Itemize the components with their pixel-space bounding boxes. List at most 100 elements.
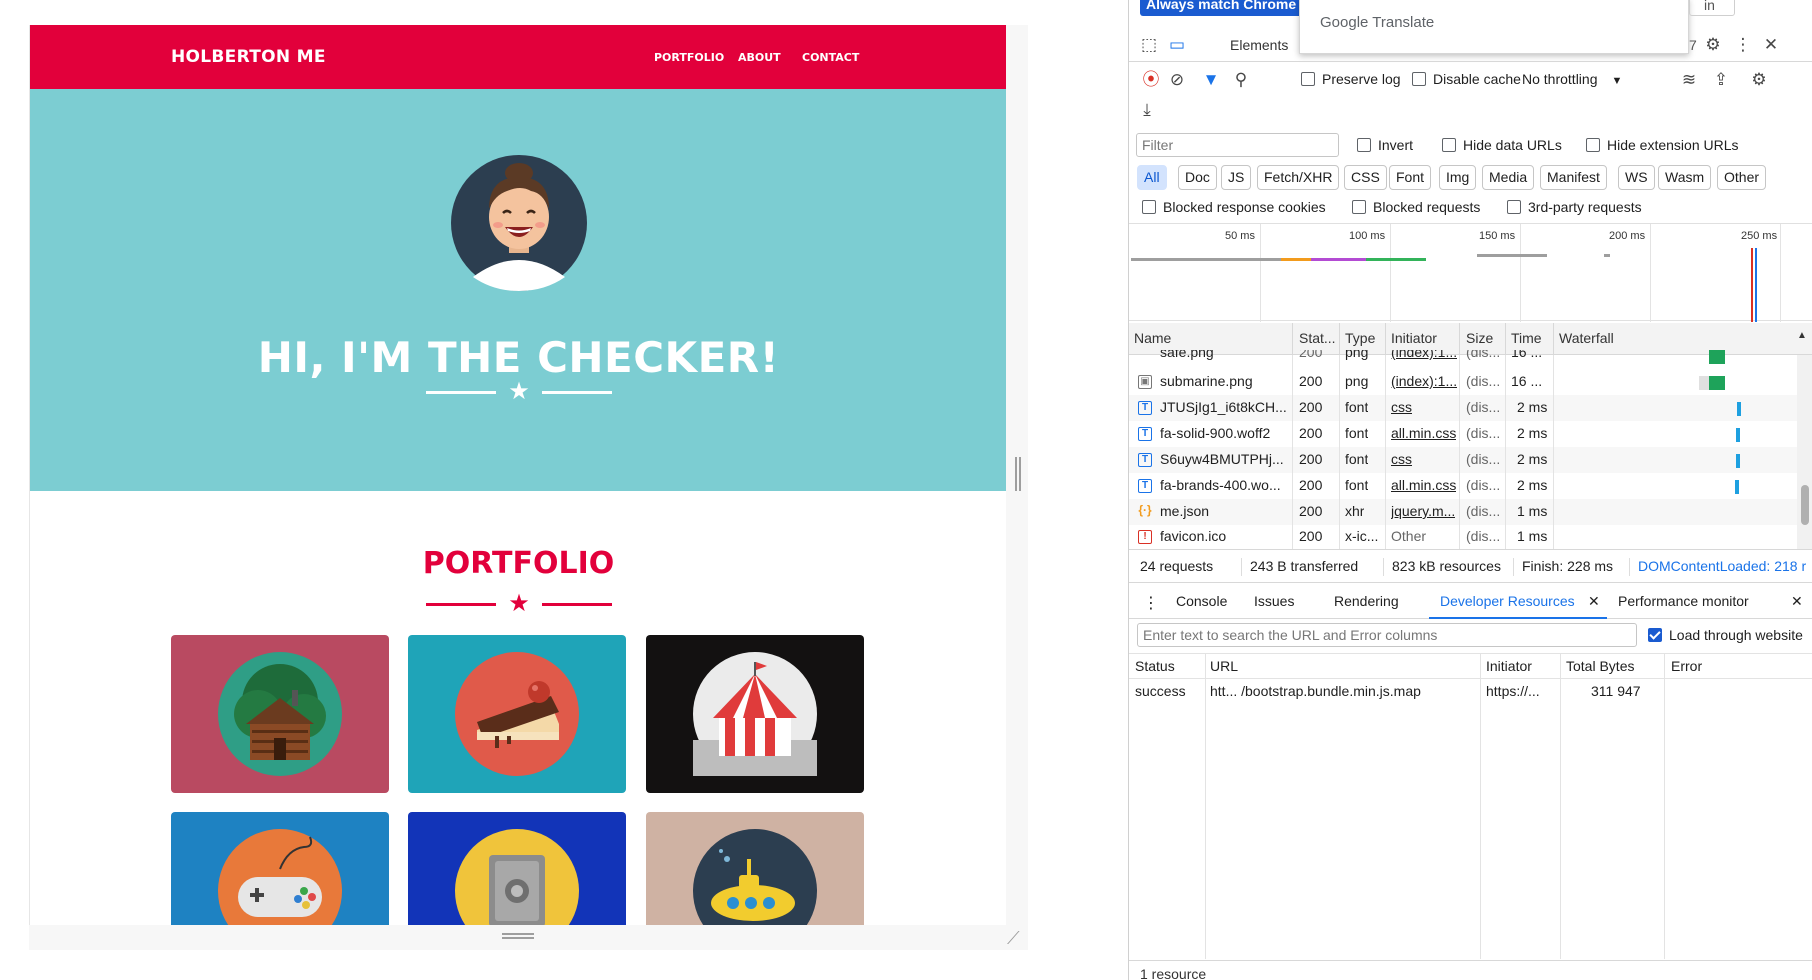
- col-name[interactable]: Name: [1134, 330, 1171, 346]
- settings-gear-icon[interactable]: ⚙: [1701, 33, 1725, 57]
- col-url[interactable]: URL: [1210, 658, 1238, 674]
- chip-media[interactable]: Media: [1482, 165, 1535, 190]
- hide-extension-urls-checkbox[interactable]: Hide extension URLs: [1586, 137, 1739, 153]
- chip-wasm[interactable]: Wasm: [1658, 165, 1712, 190]
- network-row[interactable]: T JTUSjIg1_i6t8kCH... 200 font css (dis.…: [1129, 395, 1797, 421]
- chip-css[interactable]: CSS: [1344, 165, 1387, 190]
- hero-star-divider: ★: [426, 380, 612, 404]
- resource-url[interactable]: htt... /bootstrap.bundle.min.js.map: [1210, 683, 1421, 699]
- chip-font[interactable]: Font: [1389, 165, 1432, 190]
- row-initiator[interactable]: css: [1391, 399, 1412, 415]
- viewport-resize-handle-bottom[interactable]: [502, 933, 534, 939]
- nav-about-link[interactable]: ABOUT: [738, 51, 781, 64]
- network-settings-gear-icon[interactable]: ⚙: [1747, 68, 1771, 92]
- network-row[interactable]: {·} me.json 200 xhr jquery.m... (dis... …: [1129, 499, 1797, 525]
- row-initiator[interactable]: jquery.m...: [1391, 503, 1455, 519]
- tab-elements[interactable]: Elements: [1230, 37, 1288, 53]
- row-name: safe.png: [1160, 350, 1214, 360]
- viewport-resize-handle-right[interactable]: [1015, 457, 1021, 491]
- drawer-tab-developer-resources[interactable]: Developer Resources: [1440, 593, 1575, 609]
- blocked-response-cookies-checkbox[interactable]: Blocked response cookies: [1142, 199, 1326, 215]
- chip-manifest[interactable]: Manifest: [1540, 165, 1607, 190]
- col-status[interactable]: Stat...: [1299, 330, 1336, 346]
- portfolio-tile-gamepad[interactable]: [171, 812, 389, 925]
- col-waterfall[interactable]: Waterfall: [1559, 330, 1614, 346]
- chip-js[interactable]: JS: [1221, 165, 1252, 190]
- resources-search-input[interactable]: Enter text to search the URL and Error c…: [1137, 623, 1637, 647]
- device-toolbar-icon[interactable]: ▭: [1165, 33, 1189, 57]
- portfolio-tile-cake[interactable]: [408, 635, 626, 793]
- col-total-bytes[interactable]: Total Bytes: [1566, 658, 1634, 674]
- close-drawer-icon[interactable]: ✕: [1791, 593, 1803, 610]
- network-filter-input[interactable]: Filter: [1136, 133, 1339, 157]
- chip-all[interactable]: All: [1137, 165, 1167, 190]
- brand-logo[interactable]: HOLBERTON ME: [171, 47, 326, 67]
- network-row[interactable]: ▣ submarine.png 200 png (index):1... (di…: [1129, 369, 1797, 395]
- chip-ws[interactable]: WS: [1618, 165, 1655, 190]
- blocked-requests-checkbox[interactable]: Blocked requests: [1352, 199, 1480, 215]
- infobar-right-button[interactable]: in: [1689, 0, 1735, 16]
- drawer-menu-icon[interactable]: ⋮: [1143, 593, 1159, 613]
- network-row[interactable]: safe.png 200 png (index):1... (dis... 16…: [1129, 350, 1797, 364]
- export-har-icon[interactable]: ⤓: [1135, 98, 1159, 122]
- chip-doc[interactable]: Doc: [1178, 165, 1217, 190]
- third-party-requests-checkbox[interactable]: 3rd-party requests: [1507, 199, 1642, 215]
- more-options-icon[interactable]: ⋮: [1731, 33, 1755, 57]
- resource-initiator[interactable]: https://...: [1486, 683, 1540, 699]
- col-size[interactable]: Size: [1466, 330, 1493, 346]
- search-icon[interactable]: ⚲: [1229, 68, 1253, 92]
- portfolio-tile-submarine[interactable]: [646, 812, 864, 925]
- disable-cache-label: Disable cache: [1433, 71, 1521, 87]
- portfolio-tile-cabin[interactable]: [171, 635, 389, 793]
- col-initiator[interactable]: Initiator: [1486, 658, 1532, 674]
- nav-portfolio-link[interactable]: PORTFOLIO: [654, 51, 724, 64]
- inspect-element-icon[interactable]: ⬚: [1137, 33, 1161, 57]
- col-status[interactable]: Status: [1135, 658, 1175, 674]
- row-initiator[interactable]: (index):1...: [1391, 350, 1457, 360]
- drawer-tab-issues[interactable]: Issues: [1254, 593, 1294, 609]
- invert-checkbox[interactable]: Invert: [1357, 137, 1413, 153]
- disable-cache-checkbox[interactable]: Disable cache: [1412, 71, 1521, 87]
- drawer-tab-performance-monitor[interactable]: Performance monitor: [1618, 593, 1749, 609]
- preserve-log-checkbox[interactable]: Preserve log: [1301, 71, 1401, 87]
- network-row[interactable]: T S6uyw4BMUTPHj... 200 font css (dis... …: [1129, 447, 1797, 473]
- transferred-size: 243 B transferred: [1250, 558, 1359, 574]
- drawer-tab-rendering[interactable]: Rendering: [1334, 593, 1399, 609]
- row-initiator[interactable]: all.min.css: [1391, 425, 1456, 441]
- col-initiator[interactable]: Initiator: [1391, 330, 1437, 346]
- col-time[interactable]: Time: [1511, 330, 1542, 346]
- chip-img[interactable]: Img: [1439, 165, 1477, 190]
- portfolio-tile-safe[interactable]: [408, 812, 626, 925]
- network-overview-timeline[interactable]: 50 ms 100 ms 150 ms 200 ms 250 ms: [1129, 223, 1812, 322]
- import-har-icon[interactable]: ⇪: [1709, 68, 1733, 92]
- network-row[interactable]: T fa-brands-400.wo... 200 font all.min.c…: [1129, 473, 1797, 499]
- chip-other[interactable]: Other: [1717, 165, 1767, 190]
- viewport-resize-corner-icon[interactable]: ⟋: [1007, 928, 1020, 949]
- tab-overflow-counter[interactable]: 7: [1689, 37, 1697, 53]
- network-conditions-icon[interactable]: ≋: [1677, 68, 1701, 92]
- hide-data-urls-checkbox[interactable]: Hide data URLs: [1442, 137, 1562, 153]
- row-size: (dis...: [1466, 425, 1501, 441]
- throttling-select[interactable]: No throttling ▼: [1522, 71, 1622, 87]
- always-match-chrome-button[interactable]: Always match Chrome: [1140, 0, 1303, 16]
- chip-fetch-xhr[interactable]: Fetch/XHR: [1257, 165, 1340, 190]
- row-initiator[interactable]: css: [1391, 451, 1412, 467]
- load-through-website-checkbox[interactable]: Load through website: [1648, 627, 1803, 643]
- network-table-scrollbar[interactable]: [1797, 355, 1812, 549]
- row-time: 2 ms: [1517, 451, 1548, 467]
- row-initiator[interactable]: (index):1...: [1391, 373, 1457, 389]
- record-stop-icon[interactable]: ⦿: [1139, 68, 1163, 92]
- col-type[interactable]: Type: [1345, 330, 1375, 346]
- network-row[interactable]: T fa-solid-900.woff2 200 font all.min.cs…: [1129, 421, 1797, 447]
- clear-icon[interactable]: ⊘: [1165, 68, 1189, 92]
- drawer-tab-console[interactable]: Console: [1176, 593, 1227, 609]
- close-tab-icon[interactable]: ✕: [1588, 593, 1600, 610]
- row-type: png: [1345, 373, 1369, 389]
- network-row[interactable]: ! favicon.ico 200 x-ic... Other (dis... …: [1129, 524, 1797, 549]
- row-initiator[interactable]: all.min.css: [1391, 477, 1456, 493]
- filter-funnel-icon[interactable]: ▼: [1199, 68, 1223, 92]
- portfolio-tile-circus[interactable]: [646, 635, 864, 793]
- nav-contact-link[interactable]: CONTACT: [802, 51, 859, 64]
- close-devtools-icon[interactable]: ✕: [1759, 33, 1783, 57]
- col-error[interactable]: Error: [1671, 658, 1702, 674]
